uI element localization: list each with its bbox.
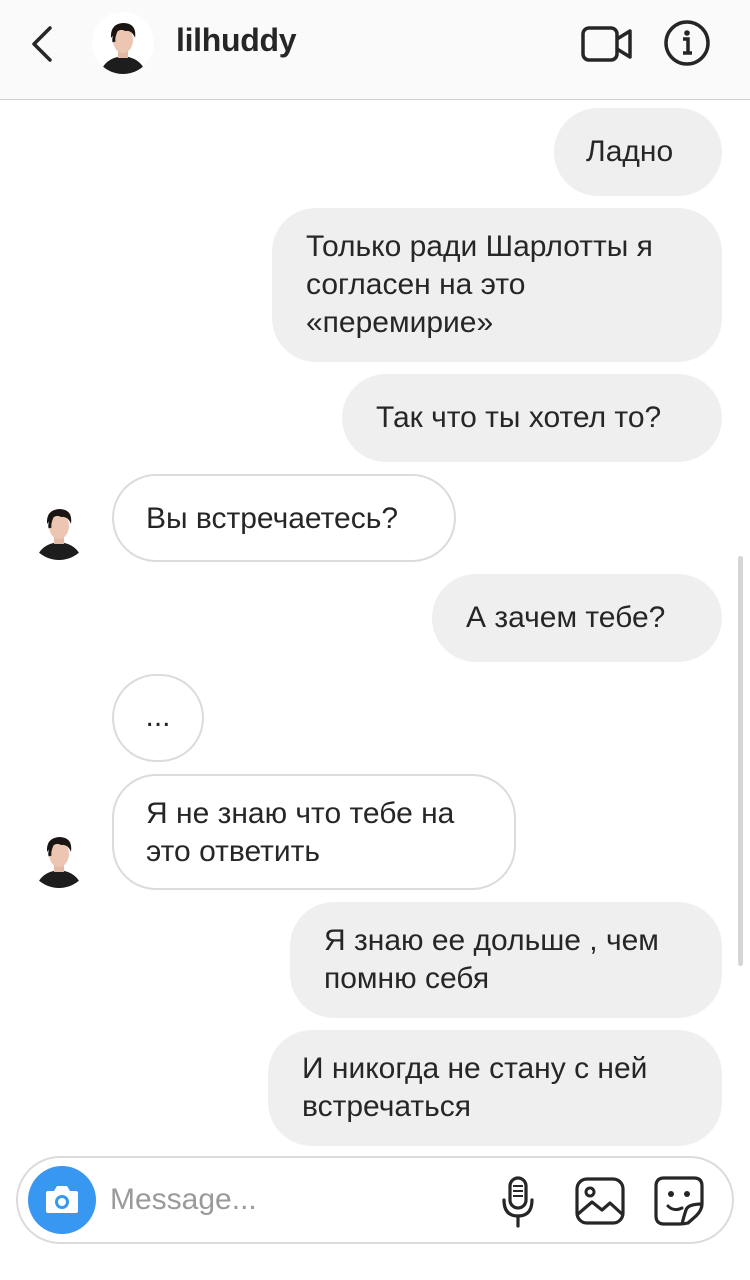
bottom-safe-area xyxy=(0,1258,750,1280)
info-button[interactable] xyxy=(662,18,712,68)
message-sent[interactable]: Ладно xyxy=(554,108,722,196)
info-icon xyxy=(664,20,710,66)
gallery-icon xyxy=(575,1177,625,1225)
message-sent[interactable]: Только ради Шарлотты я согласен на это «… xyxy=(272,208,722,362)
message-text: А зачем тебе? xyxy=(466,601,666,634)
chat-header: lilhuddy xyxy=(0,0,750,100)
message-sent[interactable]: И никогда не стану с ней встречаться xyxy=(268,1030,722,1146)
voice-message-button[interactable] xyxy=(498,1174,538,1230)
sticker-button[interactable] xyxy=(652,1174,706,1228)
video-camera-icon xyxy=(581,26,632,62)
microphone-icon xyxy=(502,1176,534,1228)
message-text: Только ради Шарлотты я согласен на это «… xyxy=(306,230,653,339)
sender-avatar[interactable] xyxy=(28,826,90,888)
message-text: Я знаю ее дольше , чем помню себя xyxy=(324,924,659,995)
contact-username[interactable]: lilhuddy xyxy=(176,22,297,59)
message-composer xyxy=(16,1156,734,1244)
chevron-left-icon xyxy=(32,26,52,62)
message-text: Вы встречаетесь? xyxy=(146,502,399,535)
scrollbar[interactable] xyxy=(738,556,743,966)
message-text: Я не знаю что тебе на это ответить xyxy=(146,797,455,868)
camera-button[interactable] xyxy=(28,1166,96,1234)
message-received[interactable]: Вы встречаетесь? xyxy=(112,474,456,562)
video-call-button[interactable] xyxy=(580,22,636,66)
camera-icon xyxy=(46,1186,78,1213)
message-received[interactable]: Я не знаю что тебе на это ответить xyxy=(112,774,516,890)
message-sent[interactable]: Так что ты хотел то? xyxy=(342,374,722,462)
message-text: И никогда не стану с ней встречаться xyxy=(302,1052,648,1123)
contact-avatar[interactable] xyxy=(92,12,154,74)
back-button[interactable] xyxy=(22,22,66,66)
message-text: Ладно xyxy=(586,135,674,168)
message-text: Так что ты хотел то? xyxy=(376,401,662,434)
message-input[interactable] xyxy=(110,1178,490,1222)
sender-avatar[interactable] xyxy=(28,498,90,560)
sticker-icon xyxy=(654,1176,704,1226)
message-sent[interactable]: Я знаю ее дольше , чем помню себя xyxy=(290,902,722,1018)
message-text: ... xyxy=(145,700,171,733)
message-received[interactable]: ... xyxy=(112,674,204,762)
gallery-button[interactable] xyxy=(574,1176,626,1226)
message-sent[interactable]: А зачем тебе? xyxy=(432,574,722,662)
